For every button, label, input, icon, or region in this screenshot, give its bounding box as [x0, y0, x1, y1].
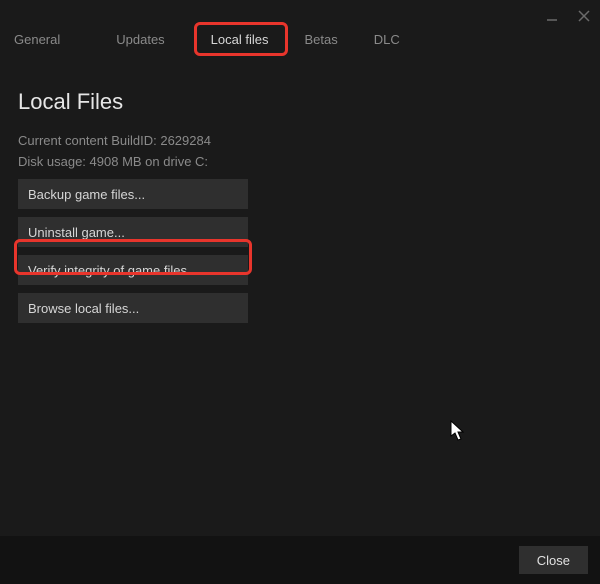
- actions-list: Backup game files... Uninstall game... V…: [18, 179, 582, 323]
- backup-game-files-button[interactable]: Backup game files...: [18, 179, 248, 209]
- footer-bar: Close: [0, 536, 600, 584]
- browse-local-files-button[interactable]: Browse local files...: [18, 293, 248, 323]
- tab-local-files[interactable]: Local files: [193, 20, 287, 61]
- build-id-line: Current content BuildID: 2629284: [18, 133, 582, 148]
- tab-dlc[interactable]: DLC: [356, 20, 418, 61]
- window-close-button[interactable]: [574, 6, 594, 26]
- uninstall-game-button[interactable]: Uninstall game...: [18, 217, 248, 247]
- content-area: Local Files Current content BuildID: 262…: [0, 61, 600, 323]
- tabs-bar: General Updates Local files Betas DLC: [0, 0, 600, 61]
- tab-betas[interactable]: Betas: [286, 20, 355, 61]
- verify-integrity-button[interactable]: Verify integrity of game files...: [18, 255, 248, 285]
- minimize-button[interactable]: [542, 6, 562, 26]
- close-button[interactable]: Close: [519, 546, 588, 574]
- disk-usage-line: Disk usage: 4908 MB on drive C:: [18, 154, 582, 169]
- tab-general[interactable]: General: [0, 20, 88, 61]
- cursor-icon: [450, 420, 466, 447]
- page-title: Local Files: [18, 89, 582, 115]
- tab-updates[interactable]: Updates: [88, 20, 192, 61]
